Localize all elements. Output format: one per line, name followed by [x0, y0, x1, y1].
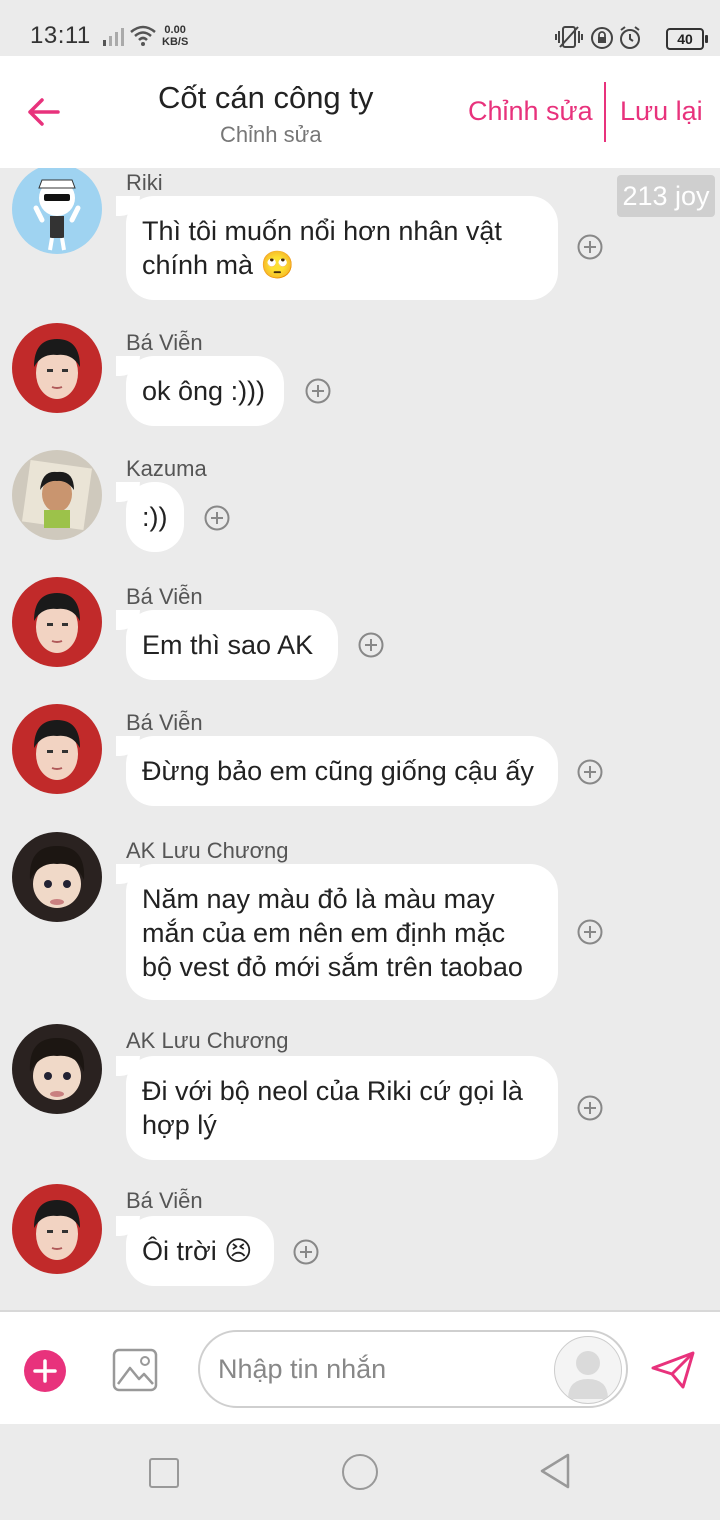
avatar[interactable] — [12, 450, 102, 540]
add-reaction-icon[interactable] — [577, 1095, 603, 1121]
avatar[interactable] — [12, 704, 102, 794]
message-line: Em thì sao AK — [142, 630, 314, 660]
avatar[interactable] — [12, 1024, 102, 1114]
message-line: mắn của em nên em định mặc — [142, 918, 506, 948]
message-item: Bá Viễn Đừng bảo em cũng giống cậu ấy — [0, 704, 720, 824]
back-arrow-icon[interactable] — [24, 92, 64, 132]
avatar[interactable] — [12, 1184, 102, 1274]
sender-name: Bá Viễn — [126, 1188, 203, 1213]
chat-title: Cốt cán công ty — [158, 80, 374, 115]
nav-back-icon[interactable] — [538, 1452, 572, 1490]
message-line: :)) — [142, 502, 168, 532]
home-button[interactable] — [342, 1454, 378, 1490]
message-bubble[interactable]: Thì tôi muốn nổi hơn nhân vật chính mà 🙄 — [116, 196, 558, 300]
send-icon[interactable] — [650, 1350, 696, 1390]
message-bubble[interactable]: Năm nay màu đỏ là màu may mắn của em nên… — [116, 864, 558, 1000]
message-line: hợp lý — [142, 1110, 217, 1140]
message-item: Bá Viễn Ôi trời 😣 — [0, 1184, 720, 1304]
add-reaction-icon[interactable] — [293, 1239, 319, 1265]
add-reaction-icon[interactable] — [577, 234, 603, 260]
sender-name: Bá Viễn — [126, 710, 203, 735]
alarm-icon — [620, 26, 640, 49]
message-bubble[interactable]: Đừng bảo em cũng giống cậu ấy — [116, 736, 558, 806]
avatar-image — [34, 339, 80, 399]
sender-name: Bá Viễn — [126, 330, 203, 355]
status-bar: 13:11 0.00 KB/S 40 — [0, 0, 720, 56]
message-item: Riki Thì tôi muốn nổi hơn nhân vật chính… — [0, 168, 720, 318]
message-line: Năm nay màu đỏ là màu may — [142, 884, 495, 914]
plus-icon — [33, 1359, 57, 1383]
lock-rotation-icon — [591, 27, 613, 49]
message-line: bộ vest đỏ mới sắm trên taobao — [142, 952, 523, 982]
avatar-image — [29, 1038, 85, 1100]
save-button[interactable]: Lưu lại — [620, 96, 703, 127]
network-speed: 0.00 KB/S — [162, 24, 188, 48]
message-list[interactable]: 213 joy Riki Thì tôi muốn nổi hơn nhân v… — [0, 168, 720, 1310]
message-item: Bá Viễn Em thì sao AK — [0, 576, 720, 696]
message-bubble[interactable]: Ôi trời 😣 — [116, 1216, 274, 1286]
avatar-image — [33, 179, 81, 251]
vibrate-icon — [555, 26, 583, 48]
avatar[interactable] — [12, 832, 102, 922]
speed-unit: KB/S — [162, 36, 189, 48]
chat-header: Cốt cán công ty Chỉnh sửa Chỉnh sửa Lưu … — [0, 56, 720, 168]
chat-subtitle: Chỉnh sửa — [220, 122, 322, 147]
battery-indicator: 40 — [666, 28, 708, 50]
avatar-image — [34, 593, 80, 653]
sender-name: Bá Viễn — [126, 584, 203, 609]
avatar-image — [34, 720, 80, 780]
message-line: Đi với bộ neol của Riki cứ gọi là — [142, 1076, 523, 1106]
add-reaction-icon[interactable] — [204, 505, 230, 531]
message-bubble[interactable]: Em thì sao AK — [116, 610, 338, 680]
sticker-avatar-icon[interactable] — [554, 1336, 622, 1404]
message-item: Bá Viễn ok ông :))) — [0, 320, 720, 440]
signal-icon — [103, 28, 124, 46]
header-divider — [604, 82, 606, 142]
wifi-icon — [130, 25, 156, 46]
system-nav-bar — [0, 1424, 720, 1520]
edit-button[interactable]: Chỉnh sửa — [468, 96, 593, 127]
message-bubble[interactable]: :)) — [116, 482, 184, 552]
add-attachment-button[interactable] — [24, 1350, 66, 1392]
avatar-image — [21, 459, 93, 531]
sender-name: AK Lưu Chương — [126, 1028, 289, 1053]
message-item: Kazuma :)) — [0, 448, 720, 568]
sender-name: AK Lưu Chương — [126, 838, 289, 863]
message-item: AK Lưu Chương Đi với bộ neol của Riki cứ… — [0, 1024, 720, 1174]
message-input-wrapper[interactable] — [198, 1330, 628, 1408]
avatar-image — [29, 846, 85, 908]
add-reaction-icon[interactable] — [305, 378, 331, 404]
message-line: chính mà 🙄 — [142, 250, 295, 280]
message-input[interactable] — [216, 1348, 550, 1390]
message-bubble[interactable]: Đi với bộ neol của Riki cứ gọi là hợp lý — [116, 1056, 558, 1160]
avatar-image — [34, 1200, 80, 1260]
message-item: AK Lưu Chương Năm nay màu đỏ là màu may … — [0, 832, 720, 1012]
avatar[interactable] — [12, 168, 102, 254]
recent-apps-button[interactable] — [149, 1458, 179, 1488]
add-reaction-icon[interactable] — [577, 759, 603, 785]
message-line: ok ông :))) — [142, 376, 266, 406]
message-bubble[interactable]: ok ông :))) — [116, 356, 284, 426]
avatar[interactable] — [12, 577, 102, 667]
sender-name: Kazuma — [126, 456, 207, 481]
add-reaction-icon[interactable] — [358, 632, 384, 658]
add-reaction-icon[interactable] — [577, 919, 603, 945]
message-line: Thì tôi muốn nổi hơn nhân vật — [142, 216, 502, 246]
person-silhouette-icon — [568, 1351, 608, 1399]
speed-value: 0.00 — [164, 24, 186, 36]
message-line: Ôi trời 😣 — [142, 1236, 253, 1266]
composer-bar — [0, 1310, 720, 1424]
sender-name: Riki — [126, 170, 163, 195]
image-icon[interactable] — [112, 1348, 158, 1392]
avatar[interactable] — [12, 323, 102, 413]
message-line: Đừng bảo em cũng giống cậu ấy — [142, 756, 534, 786]
status-time: 13:11 — [30, 22, 91, 49]
